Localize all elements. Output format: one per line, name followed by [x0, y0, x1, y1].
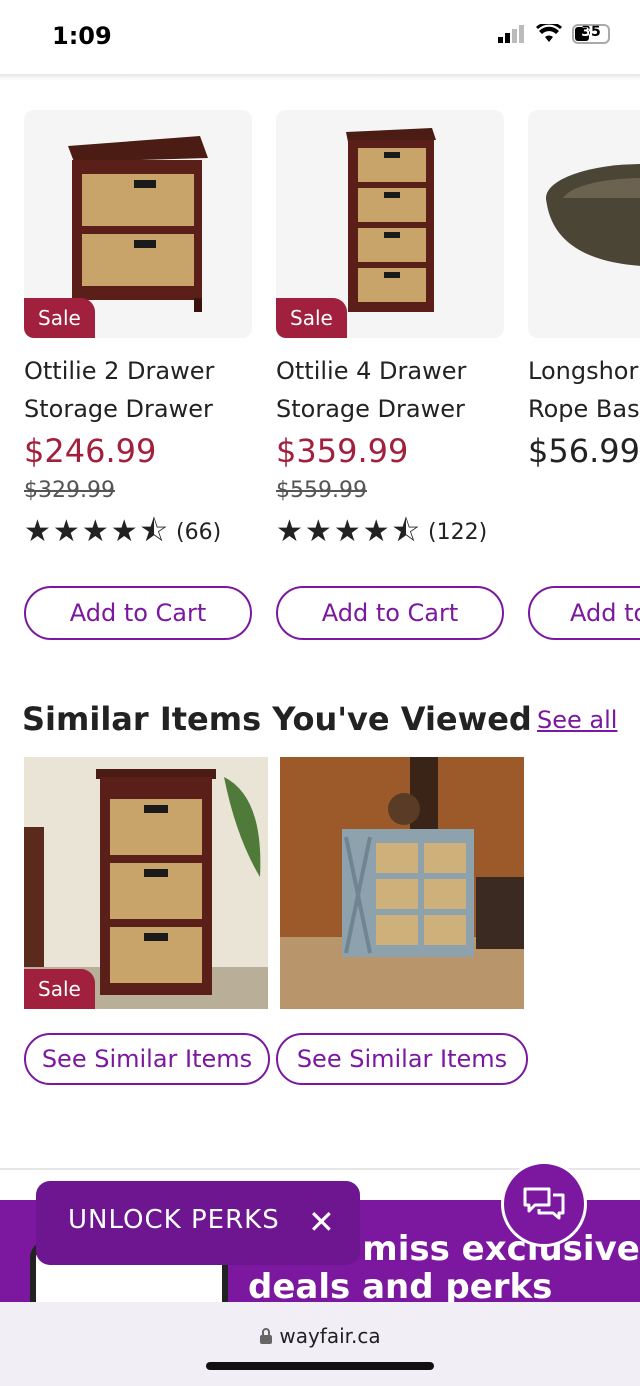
product-name-line: Storage Drawer	[24, 395, 213, 423]
price: $56.99	[528, 432, 640, 470]
add-to-cart-button[interactable]: Add to Cart	[24, 586, 252, 640]
product-image[interactable]: Sale	[24, 110, 252, 338]
see-similar-items-button[interactable]: See Similar Items	[24, 1033, 270, 1085]
star-full-icon: ★	[333, 514, 361, 549]
add-to-cart-button[interactable]: Add to Cart	[276, 586, 504, 640]
star-half-icon: ⯪	[139, 514, 169, 549]
product-name-line: Ottilie 4 Drawer	[276, 357, 467, 385]
product-image[interactable]: Sale	[276, 110, 504, 338]
star-rating: ★ ★ ★ ★ ⯪ (66)	[24, 517, 252, 547]
star-full-icon: ★	[276, 514, 303, 549]
similar-item-image[interactable]	[280, 757, 524, 1009]
see-all-link[interactable]: See all	[537, 706, 617, 734]
close-icon[interactable]: ✕	[308, 1203, 335, 1241]
star-full-icon: ★	[52, 514, 80, 549]
star-full-icon: ★	[362, 514, 390, 549]
promo-text-line: deals and perks	[248, 1267, 553, 1307]
product-image[interactable]	[528, 110, 640, 338]
url-text: wayfair.ca	[279, 1324, 381, 1348]
unlock-perks-label[interactable]: UNLOCK PERKS	[68, 1205, 280, 1235]
product-name-line: Rope Bas	[528, 395, 640, 423]
status-icons: 35	[498, 24, 610, 44]
product-name-line: Ottilie 2 Drawer	[24, 357, 215, 385]
star-full-icon: ★	[81, 514, 109, 549]
original-price: $329.99	[24, 478, 115, 503]
chat-button[interactable]	[501, 1161, 587, 1247]
url-display[interactable]: wayfair.ca	[0, 1324, 640, 1348]
battery-level: 35	[581, 24, 601, 40]
signal-icon	[498, 25, 524, 43]
sale-price: $246.99	[24, 432, 157, 470]
product-card[interactable]: Longshor Rope Bas $56.99	[528, 110, 640, 470]
sale-badge: Sale	[24, 969, 95, 1009]
product-name[interactable]: Ottilie 4 Drawer Storage Drawer	[276, 352, 504, 428]
star-half-icon: ⯪	[391, 514, 421, 549]
section-title: Similar Items You've Viewed	[22, 700, 532, 738]
product-name-line: Longshor	[528, 357, 639, 385]
status-bar: 1:09 35	[0, 0, 640, 76]
header-shadow	[0, 74, 640, 80]
star-full-icon: ★	[110, 514, 138, 549]
wifi-icon	[536, 24, 562, 42]
add-to-cart-button[interactable]: Add to	[528, 586, 640, 640]
blue-storage-shelf-image	[280, 757, 524, 1009]
product-card[interactable]: Sale Ottilie 2 Drawer Storage Drawer $24…	[24, 110, 252, 547]
product-name-line: Storage Drawer	[276, 395, 465, 423]
see-similar-items-button[interactable]: See Similar Items	[276, 1033, 528, 1085]
chat-icon	[523, 1187, 565, 1220]
rating-count: (122)	[428, 519, 488, 545]
product-name[interactable]: Ottilie 2 Drawer Storage Drawer	[24, 352, 252, 428]
browser-address-bar[interactable]: wayfair.ca	[0, 1302, 640, 1386]
original-price: $559.99	[276, 478, 367, 503]
battery-icon: 35	[572, 24, 610, 44]
home-indicator[interactable]	[206, 1362, 434, 1370]
sale-badge: Sale	[276, 298, 347, 338]
product-name[interactable]: Longshor Rope Bas	[528, 352, 640, 428]
star-full-icon: ★	[24, 514, 51, 549]
rating-count: (66)	[176, 519, 222, 545]
lock-icon	[260, 1328, 273, 1344]
sale-price: $359.99	[276, 432, 409, 470]
product-carousel[interactable]: Sale Ottilie 2 Drawer Storage Drawer $24…	[0, 110, 640, 650]
rope-basket-image	[546, 164, 640, 266]
star-rating: ★ ★ ★ ★ ⯪ (122)	[276, 517, 504, 547]
product-card[interactable]: Sale Ottilie 4 Drawer Storage Drawer $35…	[276, 110, 504, 547]
similar-item-image[interactable]: Sale	[24, 757, 268, 1009]
sale-badge: Sale	[24, 298, 95, 338]
unlock-perks-popup[interactable]: UNLOCK PERKS ✕	[36, 1181, 360, 1265]
status-time: 1:09	[52, 22, 112, 50]
star-full-icon: ★	[304, 514, 332, 549]
